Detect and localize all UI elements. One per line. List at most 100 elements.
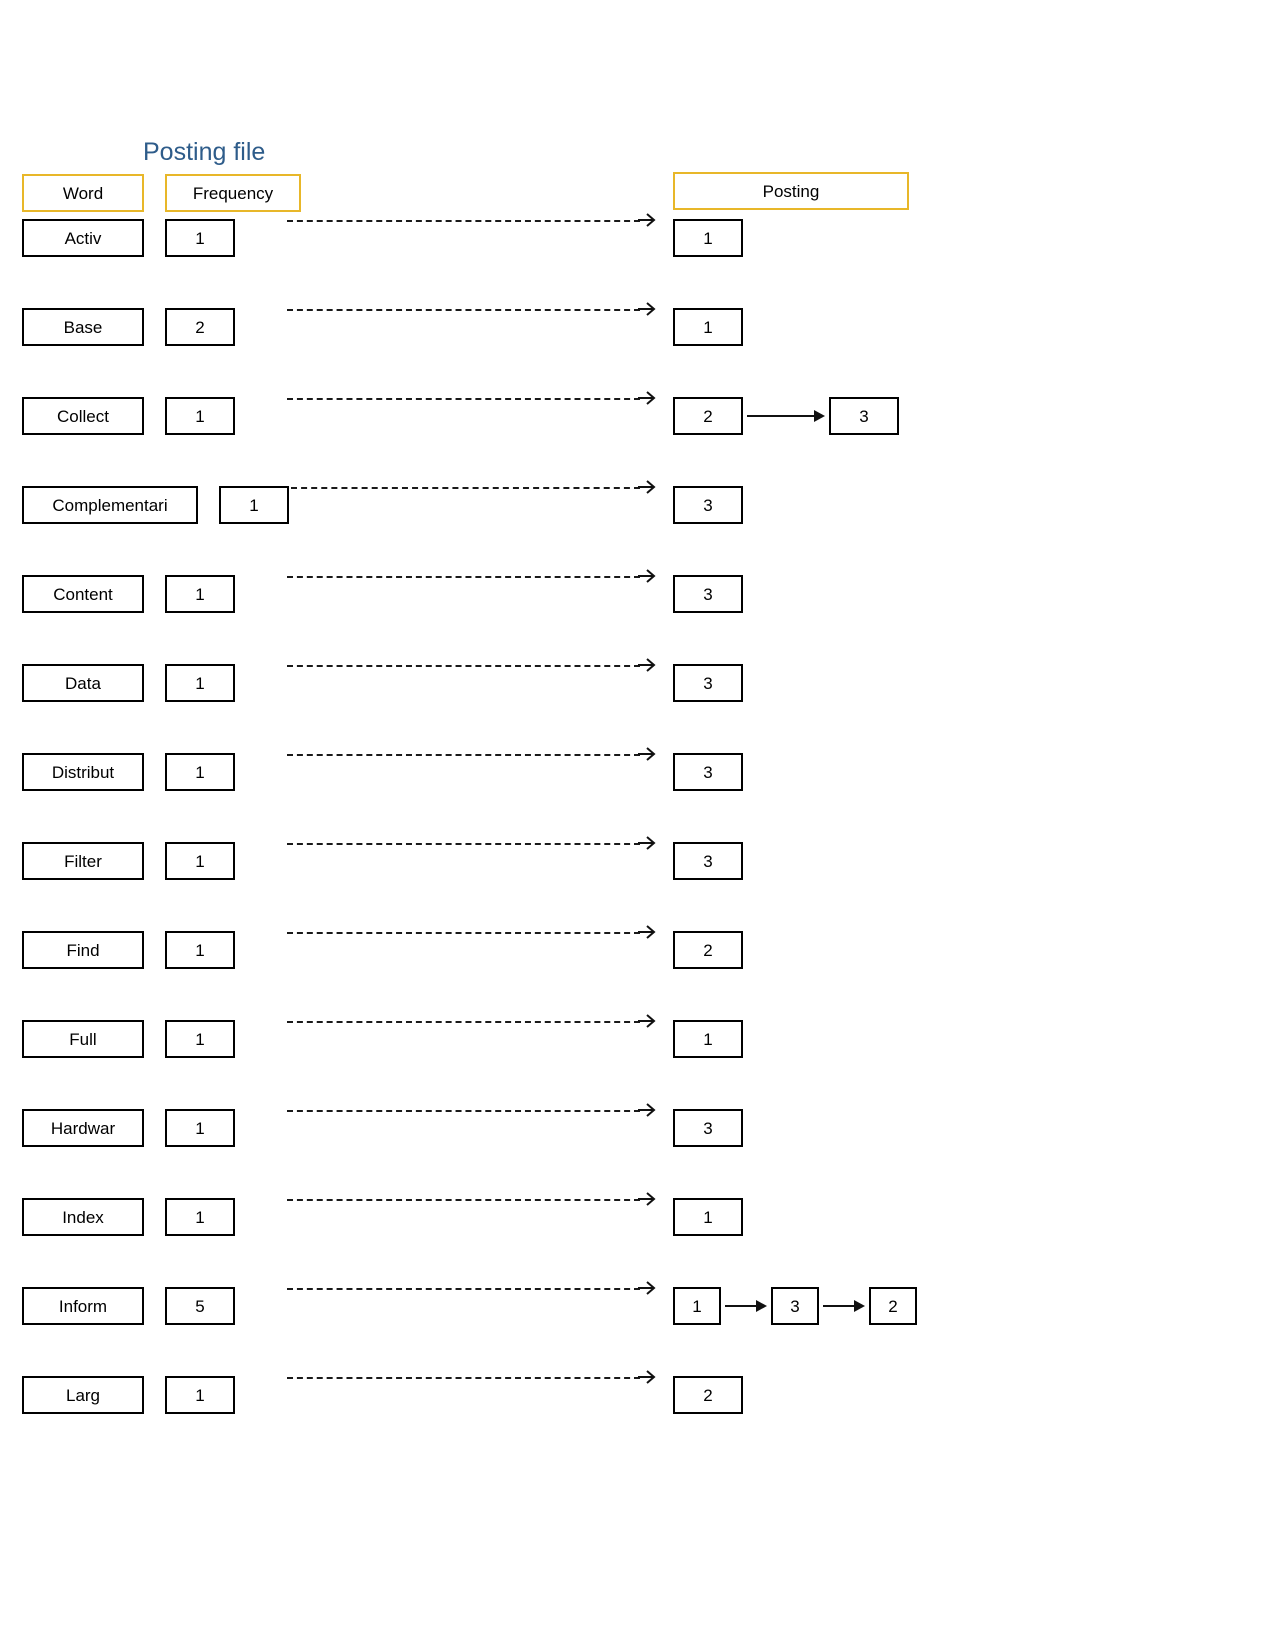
posting-cell: 2 xyxy=(673,1376,743,1414)
frequency-cell-label: 2 xyxy=(195,317,205,337)
dashed-connector xyxy=(287,220,640,222)
posting-file-diagram: Posting file Word Frequency Posting Acti… xyxy=(0,0,1275,1650)
posting-cell-label: 3 xyxy=(703,851,713,871)
posting-cell-label: 1 xyxy=(703,228,713,248)
frequency-cell-label: 1 xyxy=(249,495,259,515)
chain-arrow-icon xyxy=(725,1299,767,1313)
dashed-connector xyxy=(287,309,640,311)
posting-cell-label: 3 xyxy=(703,673,713,693)
word-cell: Full xyxy=(22,1020,144,1058)
dashed-connector xyxy=(287,1110,640,1112)
column-header-word-label: Word xyxy=(62,183,104,203)
posting-cell-label: 1 xyxy=(692,1296,702,1316)
dashed-connector xyxy=(287,843,640,845)
word-cell-label: Index xyxy=(62,1207,104,1227)
word-cell-label: Base xyxy=(63,317,103,337)
frequency-cell-label: 1 xyxy=(195,762,205,782)
posting-cell-label: 3 xyxy=(703,495,713,515)
frequency-cell: 1 xyxy=(219,486,289,524)
dashed-connector xyxy=(287,1021,640,1023)
word-cell: Hardwar xyxy=(22,1109,144,1147)
posting-cell-label: 3 xyxy=(703,762,713,782)
posting-cell-label: 2 xyxy=(888,1296,898,1316)
posting-cell: 1 xyxy=(673,1198,743,1236)
dashed-connector xyxy=(287,1199,640,1201)
frequency-cell: 1 xyxy=(165,1198,235,1236)
word-cell-label: Inform xyxy=(58,1296,108,1316)
frequency-cell: 1 xyxy=(165,219,235,257)
dashed-arrow-icon xyxy=(638,656,656,674)
word-cell: Data xyxy=(22,664,144,702)
posting-cell-label: 3 xyxy=(790,1296,800,1316)
posting-cell-label: 2 xyxy=(703,406,713,426)
word-cell-label: Larg xyxy=(65,1385,101,1405)
posting-cell-label: 3 xyxy=(859,406,869,426)
frequency-cell-label: 1 xyxy=(195,851,205,871)
frequency-cell-label: 1 xyxy=(195,1207,205,1227)
frequency-cell-label: 1 xyxy=(195,940,205,960)
dashed-arrow-icon xyxy=(638,478,656,496)
word-cell-label: Find xyxy=(66,940,100,960)
word-cell: Larg xyxy=(22,1376,144,1414)
word-cell-label: Content xyxy=(53,584,113,604)
posting-cell: 3 xyxy=(673,842,743,880)
posting-cell: 3 xyxy=(829,397,899,435)
dashed-arrow-icon xyxy=(638,923,656,941)
dashed-connector xyxy=(287,576,640,578)
word-cell: Filter xyxy=(22,842,144,880)
frequency-cell: 1 xyxy=(165,753,235,791)
column-header-word: Word xyxy=(22,174,144,212)
word-cell-label: Hardwar xyxy=(50,1118,116,1138)
frequency-cell-label: 1 xyxy=(195,673,205,693)
posting-cell: 3 xyxy=(673,753,743,791)
word-cell-label: Full xyxy=(69,1029,97,1049)
frequency-cell-label: 1 xyxy=(195,1118,205,1138)
chain-arrow-icon xyxy=(747,409,825,423)
posting-cell-label: 3 xyxy=(703,584,713,604)
posting-cell: 3 xyxy=(673,664,743,702)
posting-cell: 2 xyxy=(869,1287,917,1325)
frequency-cell: 1 xyxy=(165,664,235,702)
posting-cell: 3 xyxy=(673,575,743,613)
frequency-cell-label: 5 xyxy=(195,1296,205,1316)
posting-cell: 1 xyxy=(673,1287,721,1325)
dashed-arrow-icon xyxy=(638,1012,656,1030)
frequency-cell: 2 xyxy=(165,308,235,346)
posting-cell: 3 xyxy=(673,486,743,524)
posting-cell-label: 1 xyxy=(703,317,713,337)
word-cell: Inform xyxy=(22,1287,144,1325)
word-cell: Activ xyxy=(22,219,144,257)
posting-cell: 3 xyxy=(673,1109,743,1147)
dashed-arrow-icon xyxy=(638,567,656,585)
frequency-cell-label: 1 xyxy=(195,584,205,604)
dashed-arrow-icon xyxy=(638,1368,656,1386)
posting-cell: 1 xyxy=(673,1020,743,1058)
dashed-connector xyxy=(287,754,640,756)
word-cell: Find xyxy=(22,931,144,969)
dashed-arrow-icon xyxy=(638,300,656,318)
posting-cell: 1 xyxy=(673,308,743,346)
frequency-cell-label: 1 xyxy=(195,228,205,248)
word-cell-label: Collect xyxy=(57,406,109,426)
word-cell: Base xyxy=(22,308,144,346)
dashed-connector xyxy=(287,932,640,934)
dashed-connector xyxy=(287,398,640,400)
frequency-cell: 1 xyxy=(165,575,235,613)
column-header-posting: Posting xyxy=(673,172,909,210)
frequency-cell: 1 xyxy=(165,1020,235,1058)
posting-cell-label: 1 xyxy=(703,1029,713,1049)
word-cell-label: Data xyxy=(65,673,101,693)
dashed-arrow-icon xyxy=(638,745,656,763)
posting-cell: 2 xyxy=(673,397,743,435)
dashed-arrow-icon xyxy=(638,389,656,407)
chain-arrow-icon xyxy=(823,1299,865,1313)
posting-cell: 3 xyxy=(771,1287,819,1325)
word-cell: Content xyxy=(22,575,144,613)
frequency-cell-label: 1 xyxy=(195,1385,205,1405)
frequency-cell-label: 1 xyxy=(195,406,205,426)
posting-cell: 2 xyxy=(673,931,743,969)
word-cell: Complementari xyxy=(22,486,198,524)
frequency-cell: 1 xyxy=(165,1109,235,1147)
column-header-frequency: Frequency xyxy=(165,174,301,212)
frequency-cell: 1 xyxy=(165,931,235,969)
